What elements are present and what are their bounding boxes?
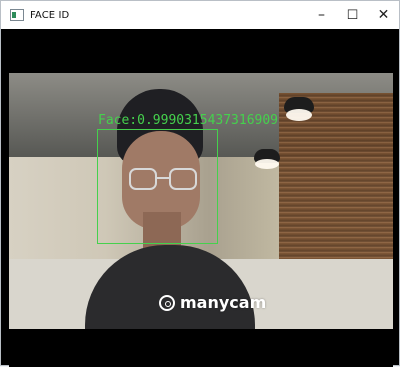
manycam-watermark: manycam <box>159 293 266 312</box>
window-title: FACE ID <box>30 9 70 21</box>
close-button[interactable]: ✕ <box>368 1 399 29</box>
camera-icon <box>159 294 175 311</box>
face-id-window: FACE ID – ☐ ✕ Face:0.9990315437316909 ma… <box>0 0 400 367</box>
app-window-icon <box>10 9 24 21</box>
watermark-text: manycam <box>180 293 267 312</box>
window-titlebar[interactable]: FACE ID – ☐ ✕ <box>1 1 399 29</box>
bottom-black-bar <box>9 329 393 367</box>
minimize-button[interactable]: – <box>306 1 337 29</box>
light-glow <box>255 159 279 169</box>
light-glow <box>286 109 312 121</box>
maximize-button[interactable]: ☐ <box>337 1 368 29</box>
face-bounding-box <box>97 129 218 244</box>
face-confidence-label: Face:0.9990315437316909 <box>98 113 279 128</box>
camera-feed: Face:0.9990315437316909 manycam <box>9 73 393 329</box>
window-controls: – ☐ ✕ <box>306 1 399 29</box>
torso <box>85 245 255 329</box>
